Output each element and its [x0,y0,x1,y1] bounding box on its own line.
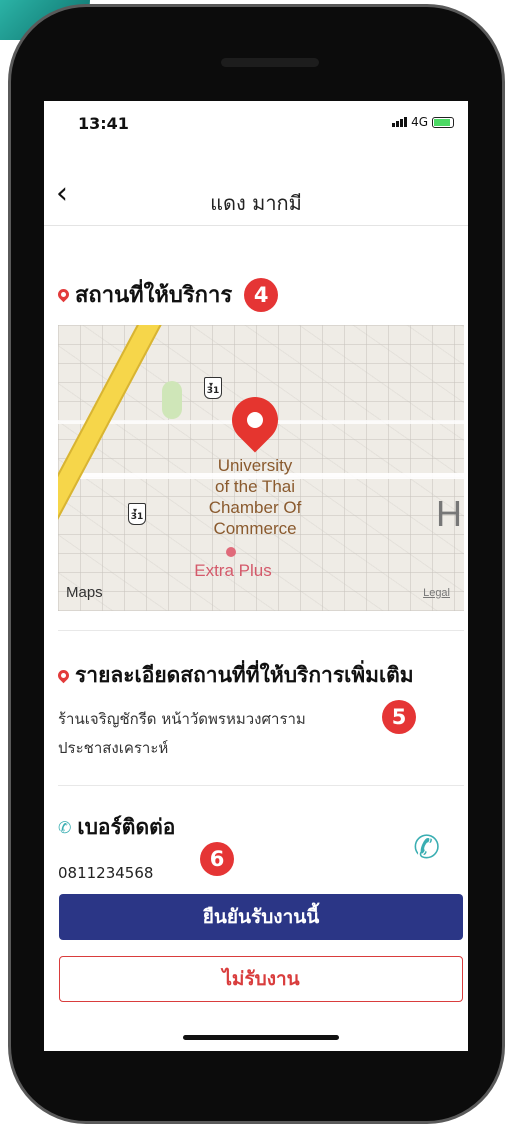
status-time: 13:41 [78,114,129,133]
phone-icon: ✆ [58,818,72,837]
contact-heading: ✆ เบอร์ติดต่อ [58,811,175,844]
speaker-bar [221,58,319,67]
location-details-text: ร้านเจริญชักรีด หน้าวัดพรหมวงศาราม ประชา… [58,705,378,763]
map-place-line: Commerce [213,519,297,538]
step-badge-6: 6 [200,842,234,876]
map-edge-label: H [436,493,462,534]
map-place-name: University of the Thai Chamber Of Commer… [180,455,330,539]
status-bar: 13:41 4G [44,101,468,143]
nav-bar: ‹ แดง มากมี [44,169,468,226]
location-pin-icon [55,286,72,303]
location-pin-icon [55,667,72,684]
maps-logo: Maps [66,584,103,601]
step-badge-4: 4 [244,277,279,312]
divider [58,785,464,786]
home-indicator [183,1035,339,1040]
route-shield-icon: 31 [204,372,222,399]
step-badge-5: 5 [382,700,416,734]
map-park [162,381,182,419]
call-phone-icon[interactable]: ✆ [413,828,440,866]
phone-number: 0811234568 [58,864,154,882]
page-title: แดง มากมี [210,191,302,215]
maps-logo-text: Maps [66,584,103,601]
reject-job-button[interactable]: ไม่รับงาน [59,956,463,1002]
status-indicators: 4G [392,115,454,129]
network-label: 4G [411,115,428,129]
location-details-label: รายละเอียดสถานที่ที่ให้บริการเพิ่มเติม [75,663,414,687]
signal-icon [392,117,408,127]
details-line: ประชาสงเคราะห์ [58,739,169,757]
location-details-heading: รายละเอียดสถานที่ที่ให้บริการเพิ่มเติม [55,659,414,692]
map-place-line: Chamber Of [208,498,302,517]
app-screen: 13:41 4G ‹ แดง มากมี สถานที่ให้บริการ 4 … [44,101,468,1051]
divider [58,630,464,631]
location-map[interactable]: 31 31 University of the Thai Chamber Of … [58,325,464,611]
battery-icon [432,116,454,128]
route-shield-icon: 31 [128,498,146,525]
map-place-line: University [217,456,293,475]
map-place-line: of the Thai [214,477,296,496]
confirm-job-button[interactable]: ยืนยันรับงานนี้ [59,894,463,940]
map-legal-link[interactable]: Legal [423,587,450,599]
details-line: ร้านเจริญชักรีด หน้าวัดพรหมวงศาราม [58,710,306,728]
contact-label: เบอร์ติดต่อ [77,815,176,839]
service-location-heading: สถานที่ให้บริการ 4 [55,277,279,312]
service-location-label: สถานที่ให้บริการ [75,283,233,308]
map-poi-label: Extra Plus [194,561,272,580]
poi-icon [226,547,236,557]
